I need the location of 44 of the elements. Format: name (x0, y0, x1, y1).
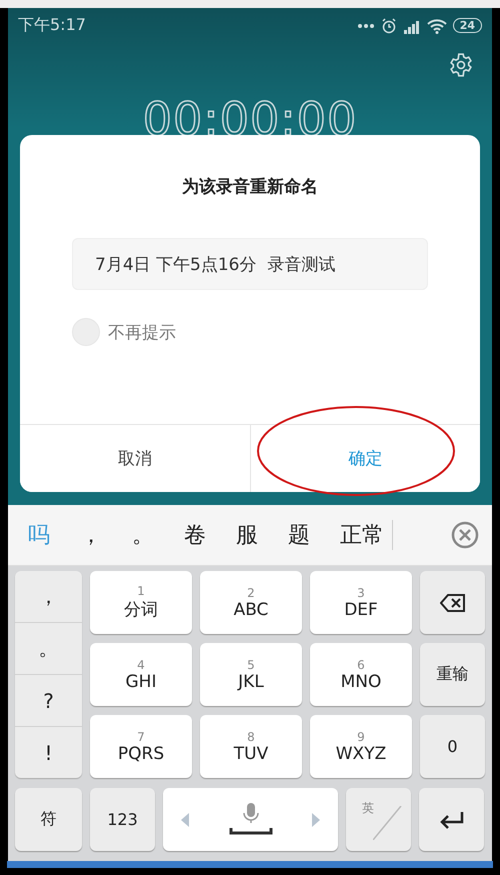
keyboard-key[interactable]: 2 ABC (200, 571, 302, 634)
candidate-word[interactable]: 正常 (340, 520, 384, 550)
symbol-key[interactable]: ， (15, 571, 82, 623)
checkbox[interactable] (72, 318, 100, 346)
dialog-title: 为该录音重新命名 (181, 176, 319, 198)
left-arrow-icon (181, 812, 189, 826)
keyboard-key[interactable]: 重输 (420, 643, 485, 706)
checkbox-label: 不再提示 (108, 322, 176, 344)
backspace-icon (440, 594, 466, 612)
keyboard-key[interactable]: 4 GHI (90, 643, 192, 706)
microphone-space-icon (228, 802, 272, 836)
battery-indicator: 24 (452, 18, 482, 34)
enter-key[interactable] (419, 788, 484, 851)
candidate-word[interactable]: ， (80, 520, 102, 550)
slash-icon (373, 806, 403, 840)
keyboard-key[interactable]: 6 MNO (310, 643, 412, 706)
candidate-word[interactable]: 题 (288, 520, 310, 550)
keyboard-key[interactable]: 5 JKL (200, 643, 302, 706)
settings-icon[interactable] (448, 52, 474, 78)
keyboard-key[interactable]: 1 分词 (90, 571, 192, 634)
symbol-key[interactable]: ! (15, 727, 82, 778)
symbol-key[interactable]: ? (15, 675, 82, 727)
keyboard-key[interactable]: 3 DEF (310, 571, 412, 634)
keyboard-key[interactable]: 9 WXYZ (310, 715, 412, 778)
keyboard-key[interactable]: 0 (420, 715, 485, 778)
alarm-icon (380, 18, 397, 34)
timer-readout: 00:00:00 (142, 96, 358, 136)
wifi-icon (426, 18, 447, 34)
name-input-field[interactable]: 7月4日 下午5点16分 录音测试 (72, 238, 428, 290)
close-button[interactable] (450, 520, 480, 550)
space-key[interactable] (163, 788, 338, 851)
keyboard-key[interactable]: 123 (90, 788, 155, 851)
symbol-key[interactable]: 。 (15, 623, 82, 675)
enter-icon (438, 810, 466, 830)
right-arrow-icon (312, 812, 320, 826)
keyboard-key[interactable]: 符 (15, 788, 82, 851)
candidate-word[interactable]: 服 (236, 520, 258, 550)
keyboard-key[interactable]: 7 PQRS (90, 715, 192, 778)
candidate-word[interactable]: 卷 (184, 520, 206, 550)
more-dots-icon (356, 22, 375, 29)
keyboard-key[interactable]: 8 TUV (200, 715, 302, 778)
candidate-word[interactable]: 。 (132, 520, 154, 550)
backspace-key[interactable] (420, 571, 485, 634)
status-time: 下午5:17 (18, 15, 86, 36)
